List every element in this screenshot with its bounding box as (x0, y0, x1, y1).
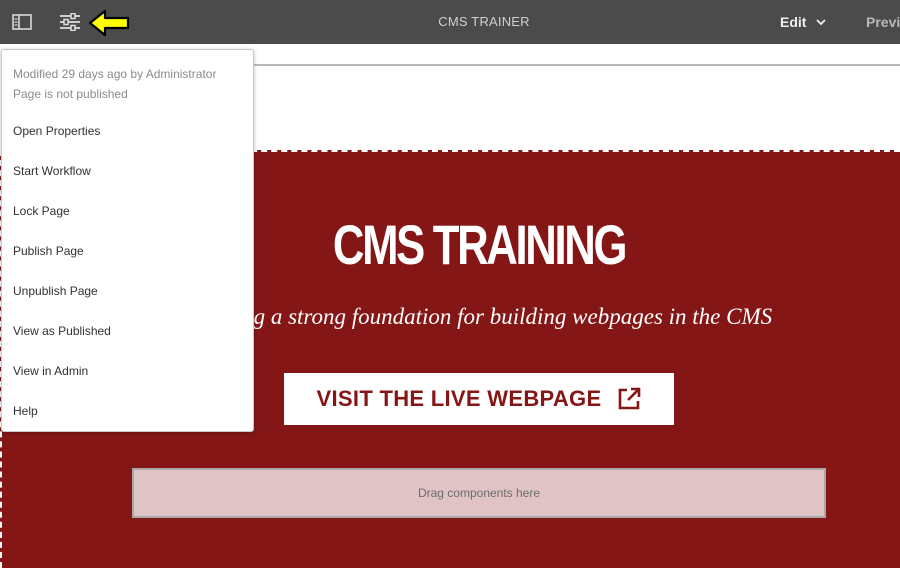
menu-item-unpublish-page[interactable]: Unpublish Page (13, 281, 243, 301)
page-information-sliders-icon (60, 13, 80, 31)
cta-label: VISIT THE LIVE WEBPAGE (316, 386, 602, 411)
site-title: CMS TRAINER (438, 14, 530, 29)
menu-item-lock-page[interactable]: Lock Page (13, 201, 243, 221)
mode-label: Edit (780, 14, 807, 30)
chevron-down-icon (816, 18, 827, 25)
drop-zone-label: Drag components here (417, 486, 541, 500)
menu-item-publish-page[interactable]: Publish Page (13, 241, 243, 261)
external-link-icon (617, 387, 641, 411)
page-meta: Modified 29 days ago by Administrator Pa… (13, 64, 216, 104)
editor-toolbar: CMS TRAINER Edit Preview (0, 0, 900, 44)
side-panel-button[interactable] (2, 0, 42, 44)
menu-item-view-in-admin[interactable]: View in Admin (13, 361, 243, 381)
menu-item-help[interactable]: Help (13, 401, 243, 421)
publish-status: Page is not published (13, 87, 128, 101)
page-information-button[interactable] (50, 0, 90, 44)
side-panel-icon (12, 14, 32, 30)
menu-item-start-workflow[interactable]: Start Workflow (13, 161, 243, 181)
visit-live-webpage-button[interactable]: VISIT THE LIVE WEBPAGE (284, 373, 674, 425)
menu-item-view-as-published[interactable]: View as Published (13, 321, 243, 341)
component-drop-zone[interactable]: Drag components here (132, 468, 826, 518)
menu-item-open-properties[interactable]: Open Properties (13, 121, 243, 141)
divider (252, 64, 900, 66)
mode-selector[interactable]: Edit (780, 0, 827, 44)
left-arrow-icon (88, 9, 130, 37)
page-info-popover: Modified 29 days ago by Administrator Pa… (1, 49, 254, 432)
preview-button[interactable]: Preview (866, 0, 900, 44)
modified-text: Modified 29 days ago by Administrator (13, 67, 217, 81)
